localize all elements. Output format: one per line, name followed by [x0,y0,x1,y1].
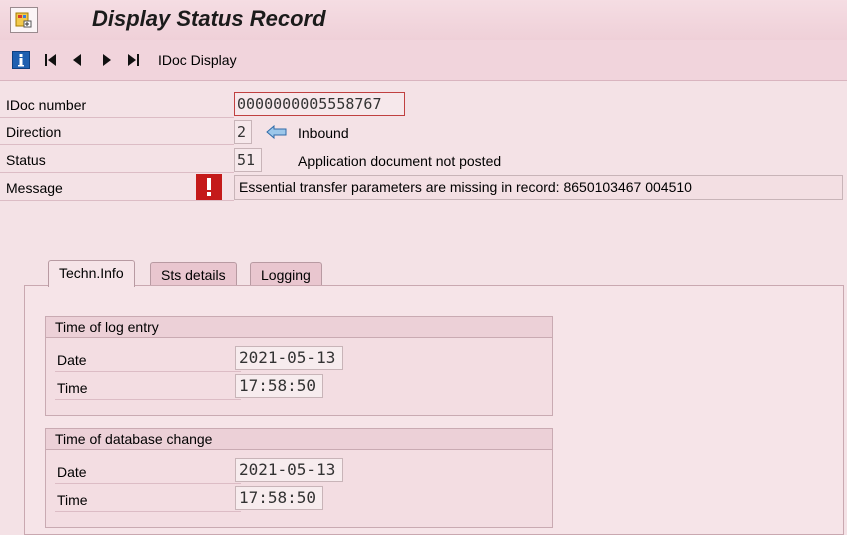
message-label: Message [6,180,63,196]
idoc-number-label: IDoc number [6,97,87,113]
db-time-label: Time [57,492,88,508]
db-date-label: Date [57,464,87,480]
message-field[interactable]: Essential transfer parameters are missin… [234,175,843,200]
log-date-row: Date [55,345,241,372]
first-icon [45,54,56,66]
direction-field[interactable]: 2 [234,120,252,144]
tab-strip: Techn.Info Sts details Logging [24,260,844,287]
previous-button[interactable] [68,50,86,70]
idoc-number-row: IDoc number [0,91,234,118]
direction-text: Inbound [298,125,349,141]
db-date-field[interactable]: 2021-05-13 [235,458,343,482]
direction-row: Direction [0,118,234,145]
status-label: Status [6,152,46,168]
tab-panel: Time of log entry Date 2021-05-13 Time 1… [24,285,844,535]
log-date-field[interactable]: 2021-05-13 [235,346,343,370]
info-button[interactable] [12,50,30,70]
db-time-field[interactable]: 17:58:50 [235,486,323,510]
log-time-label: Time [57,380,88,396]
page-title: Display Status Record [92,6,326,31]
toolbar: IDoc Display [0,40,847,81]
last-button[interactable] [124,50,142,70]
app-menu-icon[interactable] [10,7,38,33]
db-date-row: Date [55,457,241,484]
tab-sts-details[interactable]: Sts details [150,262,237,286]
db-change-group: Time of database change Date 2021-05-13 … [45,428,553,528]
status-text: Application document not posted [298,153,502,169]
log-time-field[interactable]: 17:58:50 [235,374,323,398]
tab-techn-info[interactable]: Techn.Info [48,260,135,287]
error-icon [196,174,222,200]
first-button[interactable] [42,50,60,70]
last-icon [128,54,139,66]
log-time-row: Time [55,373,241,400]
idoc-number-field[interactable]: 0000000005558767 [234,92,405,116]
direction-label: Direction [6,124,62,140]
previous-icon [73,54,81,66]
title-bar: Display Status Record [0,0,847,41]
db-change-title: Time of database change [46,429,552,450]
info-icon [12,51,30,69]
next-button[interactable] [98,50,116,70]
tab-logging[interactable]: Logging [250,262,322,286]
next-icon [103,54,111,66]
arrow-left-icon [266,125,287,139]
log-entry-title: Time of log entry [46,317,552,338]
idoc-display-button[interactable]: IDoc Display [158,52,237,68]
status-field[interactable]: 51 [234,148,262,172]
status-row: Status [0,146,234,173]
log-entry-group: Time of log entry Date 2021-05-13 Time 1… [45,316,553,416]
log-date-label: Date [57,352,87,368]
db-time-row: Time [55,485,241,512]
